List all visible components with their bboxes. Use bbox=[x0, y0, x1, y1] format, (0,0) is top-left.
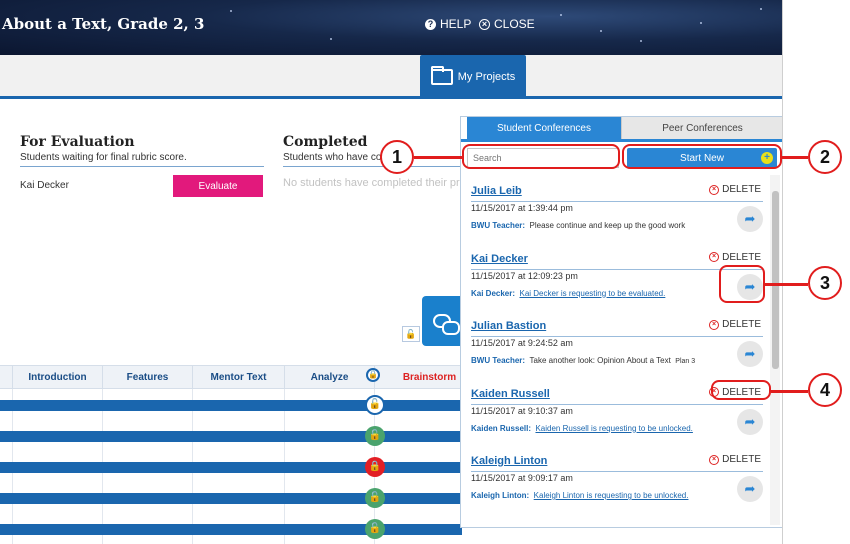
student-progress-row bbox=[0, 493, 462, 504]
chat-icon bbox=[433, 314, 460, 335]
delete-icon: × bbox=[709, 319, 720, 330]
callout-connector bbox=[414, 156, 462, 159]
tab-underline bbox=[461, 139, 782, 142]
close-icon: × bbox=[479, 18, 490, 30]
conference-message: Kai Decker: Kai Decker is requesting to … bbox=[471, 288, 666, 298]
tab-peer-conferences[interactable]: Peer Conferences bbox=[621, 117, 782, 139]
conference-message: Kaleigh Linton: Kaleigh Linton is reques… bbox=[471, 491, 689, 500]
locked-stage-icon[interactable]: 🔒 bbox=[365, 457, 385, 477]
conference-item: Kaleigh Linton × DELETE 11/15/2017 at 9:0… bbox=[467, 449, 767, 517]
unlocked-stage-icon[interactable]: 🔓 bbox=[365, 426, 385, 446]
delete-button[interactable]: × DELETE bbox=[709, 252, 761, 263]
delete-button[interactable]: × DELETE bbox=[709, 319, 761, 330]
student-progress-row bbox=[0, 400, 462, 411]
reply-arrow-icon: ➦ bbox=[744, 481, 756, 496]
help-button[interactable]: ? HELP bbox=[425, 17, 471, 31]
callout-connector bbox=[765, 283, 808, 286]
conference-request-link[interactable]: Kaiden Russell is requesting to be unloc… bbox=[535, 424, 692, 433]
tab-my-projects[interactable]: My Projects bbox=[420, 55, 526, 99]
lock-icon[interactable]: 🔓 bbox=[402, 326, 420, 342]
callout-connector bbox=[771, 390, 808, 393]
reply-button[interactable]: ➦ bbox=[737, 341, 763, 367]
delete-button[interactable]: × DELETE bbox=[709, 184, 761, 195]
callout-highlight-search bbox=[462, 144, 620, 169]
tab-student-conferences[interactable]: Student Conferences bbox=[467, 117, 621, 139]
unlocked-stage-icon[interactable]: 🔓 bbox=[365, 488, 385, 508]
delete-button[interactable]: × DELETE bbox=[709, 454, 761, 465]
delete-icon: × bbox=[709, 454, 720, 465]
callout-badge: 3 bbox=[808, 266, 842, 300]
conference-student-name[interactable]: Julian Bastion bbox=[471, 320, 546, 332]
conference-item: Julia Leib × DELETE 11/15/2017 at 1:39:44… bbox=[467, 179, 767, 247]
app-window: About a Text, Grade 2, 3 ? HELP × CLOSE … bbox=[0, 0, 783, 544]
reply-button[interactable]: ➦ bbox=[737, 408, 763, 435]
conference-message: BWU Teacher: Take another look: Opinion … bbox=[471, 356, 696, 365]
reply-arrow-icon: ➦ bbox=[744, 211, 756, 226]
conference-student-name[interactable]: Kaiden Russell bbox=[471, 388, 550, 400]
callout-highlight-start-new bbox=[622, 144, 782, 169]
delete-icon: × bbox=[709, 184, 720, 195]
for-evaluation-subtitle: Students waiting for final rubric score. bbox=[20, 152, 264, 167]
student-progress-row bbox=[0, 462, 462, 473]
scrollbar-thumb[interactable] bbox=[772, 191, 779, 369]
for-evaluation-title: For Evaluation bbox=[20, 134, 135, 150]
column-mentor-text: Mentor Text bbox=[192, 366, 284, 390]
callout-highlight-delete bbox=[711, 380, 771, 400]
conference-timestamp: 11/15/2017 at 9:10:37 am bbox=[471, 405, 573, 416]
column-lock-icon[interactable]: 🔒 bbox=[366, 368, 380, 382]
reply-button[interactable]: ➦ bbox=[737, 206, 763, 232]
unlocked-stage-icon[interactable]: 🔓 bbox=[365, 519, 385, 539]
conference-timestamp: 11/15/2017 at 9:24:52 am bbox=[471, 338, 573, 348]
app-title: About a Text, Grade 2, 3 bbox=[2, 15, 205, 33]
evaluate-button[interactable]: Evaluate bbox=[173, 175, 263, 197]
conference-student-name[interactable]: Kai Decker bbox=[471, 253, 528, 265]
conferences-panel: Student Conferences Peer Conferences Sta… bbox=[460, 116, 782, 528]
conference-student-name[interactable]: Julia Leib bbox=[471, 185, 522, 197]
student-progress-row bbox=[0, 431, 462, 442]
column-analyze: Analyze bbox=[284, 366, 374, 390]
completed-empty-message: No students have completed their pr bbox=[283, 177, 460, 189]
conference-request-link[interactable]: Kai Decker is requesting to be evaluated… bbox=[519, 289, 665, 298]
stage-header-row: Introduction Features Mentor Text Analyz… bbox=[0, 365, 464, 390]
conference-message: Kaiden Russell: Kaiden Russell is reques… bbox=[471, 423, 693, 433]
conference-timestamp: 11/15/2017 at 12:09:23 pm bbox=[471, 270, 578, 281]
conference-item: Julian Bastion × DELETE 11/15/2017 at 9:2… bbox=[467, 314, 767, 382]
reply-arrow-icon: ➦ bbox=[744, 413, 756, 429]
student-progress-row bbox=[0, 524, 462, 535]
callout-connector bbox=[782, 156, 808, 159]
close-button[interactable]: × CLOSE bbox=[479, 17, 535, 31]
tab-my-projects-label: My Projects bbox=[457, 71, 516, 83]
nav-bar bbox=[0, 55, 782, 99]
header-bar: About a Text, Grade 2, 3 ? HELP × CLOSE bbox=[0, 0, 782, 55]
folder-icon bbox=[430, 66, 453, 85]
conference-timestamp: 11/15/2017 at 1:39:44 pm bbox=[471, 203, 573, 213]
completed-title: Completed bbox=[283, 134, 368, 150]
evaluation-student-name: Kai Decker bbox=[20, 180, 69, 191]
conference-message: BWU Teacher: Please continue and keep up… bbox=[471, 221, 686, 230]
callout-highlight-reply bbox=[719, 265, 765, 303]
help-icon: ? bbox=[425, 18, 436, 30]
column-features: Features bbox=[102, 366, 192, 390]
callout-badge: 1 bbox=[380, 140, 414, 174]
delete-icon: × bbox=[709, 252, 720, 262]
conference-timestamp: 11/15/2017 at 9:09:17 am bbox=[471, 473, 573, 483]
callout-badge: 2 bbox=[808, 140, 842, 174]
screenshot-stage: About a Text, Grade 2, 3 ? HELP × CLOSE … bbox=[0, 0, 850, 544]
column-brainstorm: Brainstorm bbox=[374, 366, 464, 390]
help-label: HELP bbox=[440, 17, 472, 31]
column-introduction: Introduction bbox=[12, 366, 102, 390]
reply-arrow-icon: ➦ bbox=[744, 346, 756, 361]
conference-list: Julia Leib × DELETE 11/15/2017 at 1:39:44… bbox=[467, 179, 767, 524]
completed-subtitle: Students who have co bbox=[283, 152, 463, 167]
conference-request-link[interactable]: Kaleigh Linton is requesting to be unloc… bbox=[534, 491, 689, 500]
callout-badge: 4 bbox=[808, 373, 842, 407]
conference-toggle-button[interactable] bbox=[422, 296, 462, 346]
conference-student-name[interactable]: Kaleigh Linton bbox=[471, 455, 547, 467]
unlocked-stage-icon[interactable]: 🔓 bbox=[365, 395, 385, 415]
close-label: CLOSE bbox=[494, 17, 535, 31]
reply-button[interactable]: ➦ bbox=[737, 476, 763, 502]
